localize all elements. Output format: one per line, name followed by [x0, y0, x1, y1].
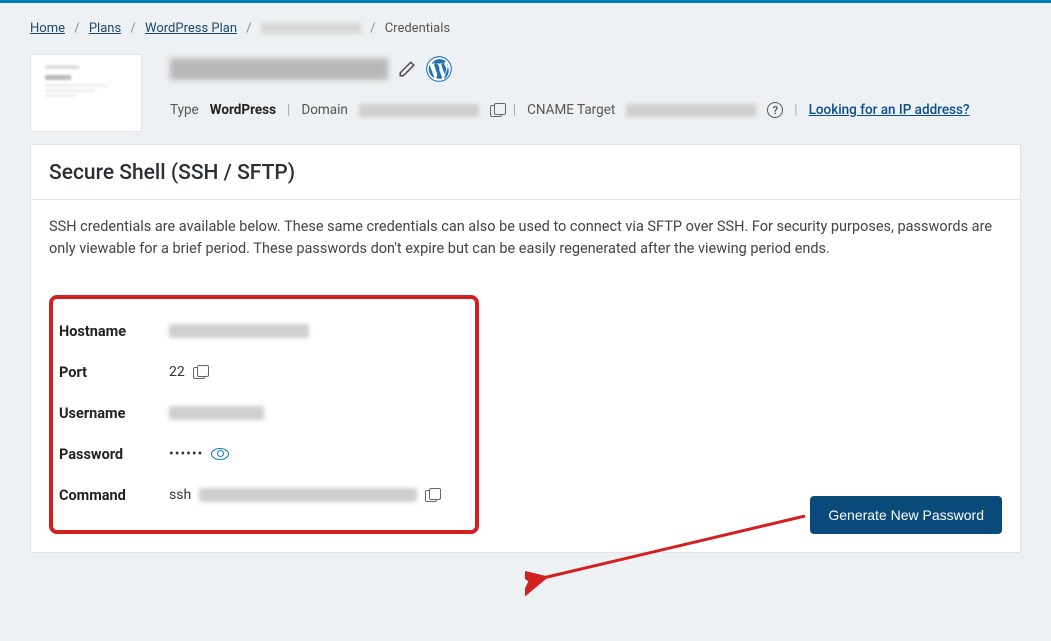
breadcrumb-sep: / [246, 21, 251, 36]
command-redacted [199, 488, 417, 502]
username-label: Username [59, 405, 169, 422]
ip-address-link[interactable]: Looking for an IP address? [809, 102, 970, 118]
credentials-highlight-box: Hostname Port 22 Username [49, 295, 479, 534]
breadcrumb-sep: / [130, 21, 135, 36]
cname-value-redacted [626, 104, 756, 117]
type-label: Type [170, 102, 199, 118]
breadcrumb-home[interactable]: Home [30, 21, 65, 36]
generate-password-button[interactable]: Generate New Password [810, 496, 1002, 534]
password-label: Password [59, 446, 169, 463]
type-value: WordPress [210, 102, 276, 118]
reveal-password-icon[interactable] [211, 448, 229, 460]
port-value: 22 [169, 364, 205, 380]
ssh-panel: Secure Shell (SSH / SFTP) SSH credential… [30, 144, 1021, 553]
breadcrumb-sep: / [74, 21, 79, 36]
site-thumbnail[interactable] [30, 54, 142, 132]
panel-description: SSH credentials are available below. The… [49, 216, 1002, 261]
copy-domain-icon[interactable] [490, 105, 502, 117]
site-meta-line: Type WordPress | Domain | CNAME Target ?… [170, 102, 1021, 118]
copy-port-icon[interactable] [193, 367, 205, 379]
hostname-value [169, 324, 309, 338]
wordpress-logo-icon [426, 56, 452, 82]
annotation-arrow-icon [525, 508, 825, 608]
port-label: Port [59, 364, 169, 381]
cname-label: CNAME Target [527, 102, 615, 118]
site-header: Type WordPress | Domain | CNAME Target ?… [30, 54, 1021, 132]
breadcrumb-site-redacted [261, 23, 361, 34]
hostname-label: Hostname [59, 323, 169, 340]
cname-help-icon[interactable]: ? [767, 102, 783, 118]
username-redacted [169, 406, 264, 420]
breadcrumb: Home / Plans / WordPress Plan / / Creden… [30, 21, 1021, 36]
breadcrumb-sep: / [370, 21, 375, 36]
copy-command-icon[interactable] [425, 490, 437, 502]
hostname-redacted [169, 324, 309, 338]
password-value: •••••• [169, 446, 229, 462]
command-label: Command [59, 487, 169, 504]
panel-title: Secure Shell (SSH / SFTP) [49, 161, 1002, 185]
edit-site-name-icon[interactable] [398, 60, 416, 78]
site-title-redacted [170, 58, 388, 80]
breadcrumb-wp-plan[interactable]: WordPress Plan [145, 21, 237, 36]
breadcrumb-plans[interactable]: Plans [89, 21, 121, 36]
username-value [169, 406, 264, 420]
domain-value-redacted [359, 104, 479, 117]
breadcrumb-current: Credentials [385, 21, 450, 36]
command-value: ssh [169, 487, 437, 503]
domain-label: Domain [301, 102, 347, 118]
